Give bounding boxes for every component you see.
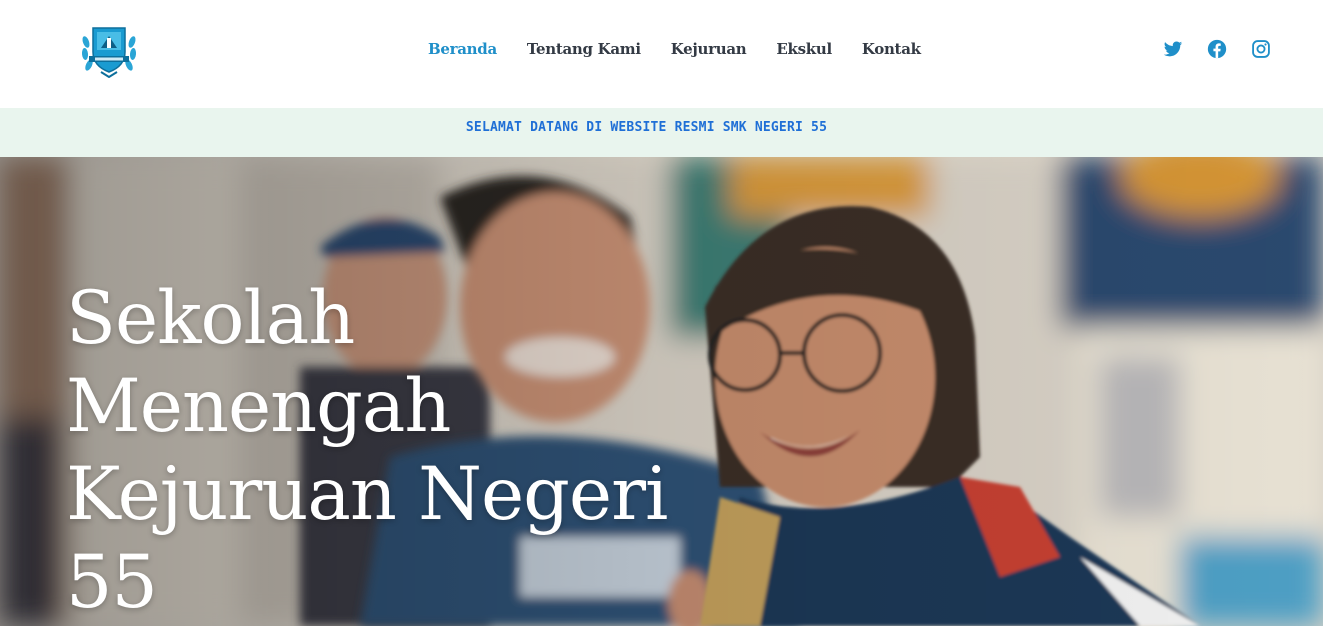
nav-link-kontak[interactable]: Kontak	[862, 38, 921, 60]
facebook-icon[interactable]	[1207, 39, 1227, 59]
nav-link-beranda[interactable]: Beranda	[428, 38, 497, 60]
nav-link-kejuruan[interactable]: Kejuruan	[671, 38, 747, 60]
school-crest-icon[interactable]	[79, 22, 139, 78]
nav-link-ekskul[interactable]: Ekskul	[776, 38, 832, 60]
social-links	[1163, 39, 1271, 59]
navbar: Beranda Tentang Kami Kejuruan Ekskul Kon…	[0, 0, 1323, 108]
twitter-icon[interactable]	[1163, 39, 1183, 59]
hero-title: Sekolah Menengah Kejuruan Negeri 55	[66, 276, 668, 625]
instagram-icon[interactable]	[1251, 39, 1271, 59]
main-nav: Beranda Tentang Kami Kejuruan Ekskul Kon…	[428, 38, 951, 60]
hero-section: Sekolah Menengah Kejuruan Negeri 55	[0, 157, 1323, 626]
welcome-banner: SELAMAT DATANG DI WEBSITE RESMI SMK NEGE…	[0, 108, 1323, 157]
nav-link-tentang-kami[interactable]: Tentang Kami	[527, 38, 641, 60]
welcome-banner-text: SELAMAT DATANG DI WEBSITE RESMI SMK NEGE…	[465, 120, 828, 135]
